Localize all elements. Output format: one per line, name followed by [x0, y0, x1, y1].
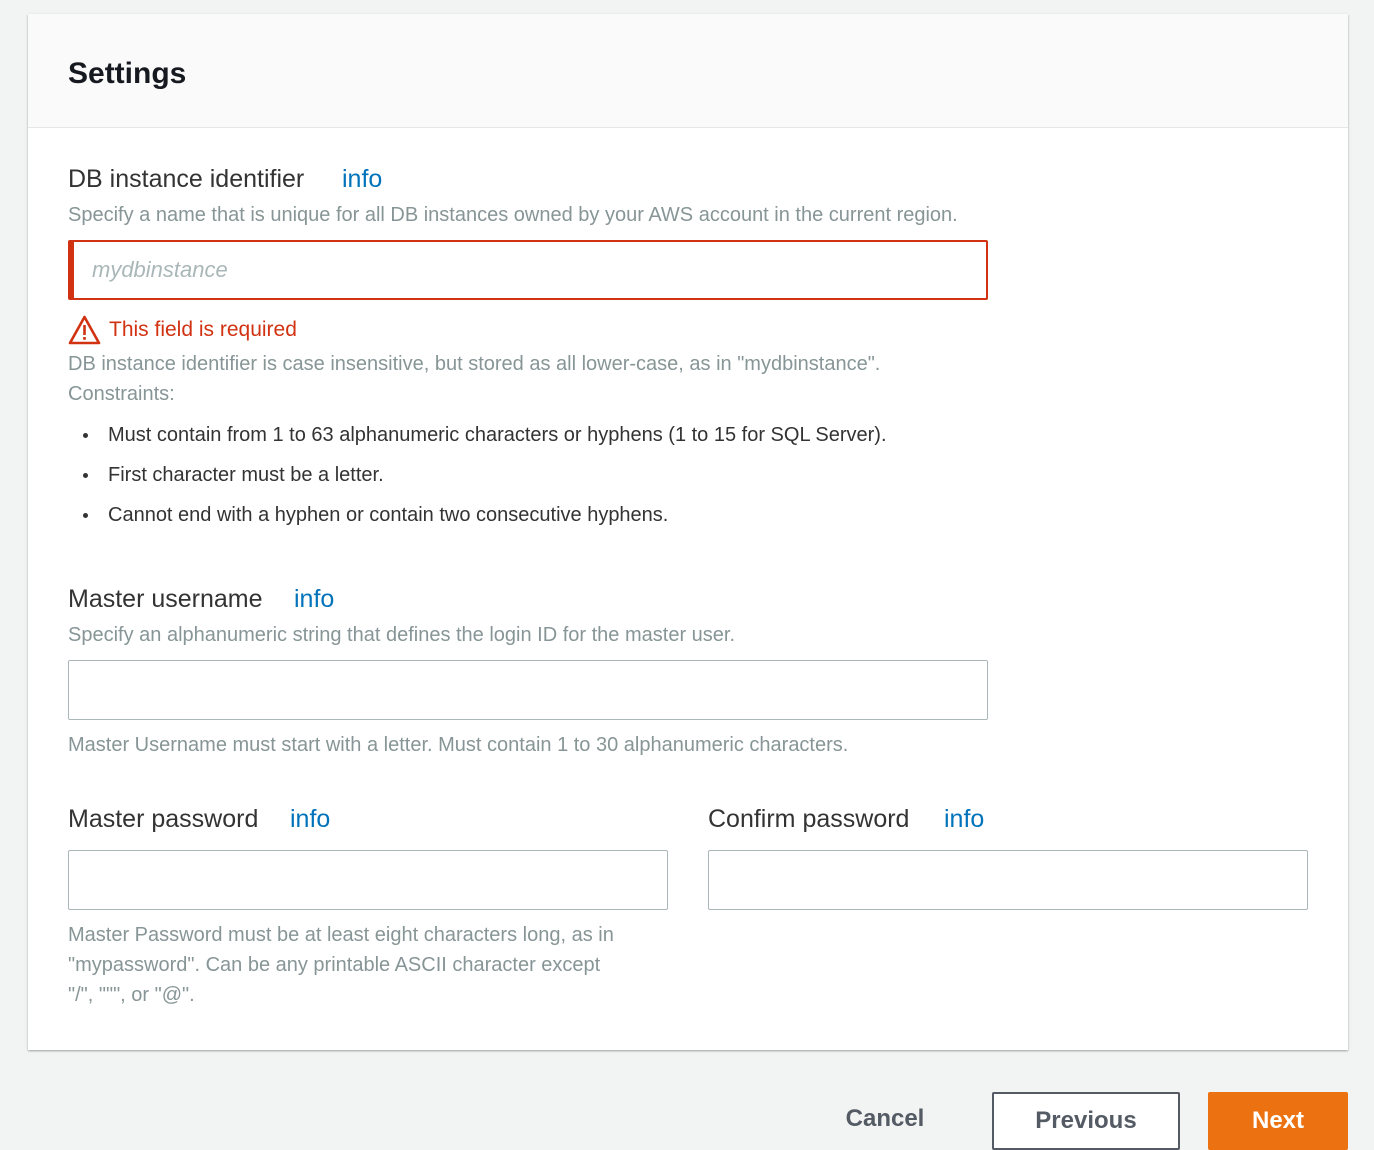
master-password-help-line2: "mypassword". Can be any printable ASCII…: [68, 954, 601, 976]
constraint-item: Must contain from 1 to 63 alphanumeric c…: [68, 415, 887, 455]
master-username-help: Master Username must start with a letter…: [68, 734, 849, 756]
db-identifier-input[interactable]: [68, 240, 988, 300]
db-identifier-constraints-list: Must contain from 1 to 63 alphanumeric c…: [68, 415, 887, 535]
master-password-info-link[interactable]: info: [290, 804, 330, 834]
db-identifier-label: DB instance identifier: [68, 165, 305, 193]
confirm-password-label: Confirm password: [708, 805, 910, 833]
master-password-label: Master password: [68, 805, 259, 833]
master-username-label: Master username: [68, 585, 263, 613]
next-button[interactable]: Next: [1208, 1092, 1348, 1150]
cancel-button[interactable]: Cancel: [820, 1090, 950, 1148]
confirm-password-input[interactable]: [708, 850, 1308, 910]
panel-header: Settings: [28, 14, 1348, 128]
db-identifier-error: This field is required: [68, 315, 297, 345]
db-identifier-info-link[interactable]: info: [342, 164, 382, 194]
previous-button[interactable]: Previous: [992, 1092, 1180, 1150]
db-identifier-help: DB instance identifier is case insensiti…: [68, 353, 881, 375]
master-password-input[interactable]: [68, 850, 668, 910]
master-password-help-line1: Master Password must be at least eight c…: [68, 924, 614, 946]
db-identifier-constraints-heading: Constraints:: [68, 383, 175, 405]
db-identifier-error-text: This field is required: [109, 318, 297, 341]
panel-title: Settings: [68, 57, 187, 90]
master-username-input[interactable]: [68, 660, 988, 720]
constraint-item: Cannot end with a hyphen or contain two …: [68, 495, 887, 535]
constraint-item: First character must be a letter.: [68, 455, 887, 495]
master-username-description: Specify an alphanumeric string that defi…: [68, 624, 736, 646]
settings-panel: Settings DB instance identifier info Spe…: [28, 14, 1348, 1050]
confirm-password-info-link[interactable]: info: [944, 804, 984, 834]
master-password-help-line3: "/", """, or "@".: [68, 984, 195, 1006]
master-username-info-link[interactable]: info: [294, 584, 334, 614]
db-identifier-description: Specify a name that is unique for all DB…: [68, 204, 958, 226]
warning-triangle-icon: [68, 315, 101, 345]
